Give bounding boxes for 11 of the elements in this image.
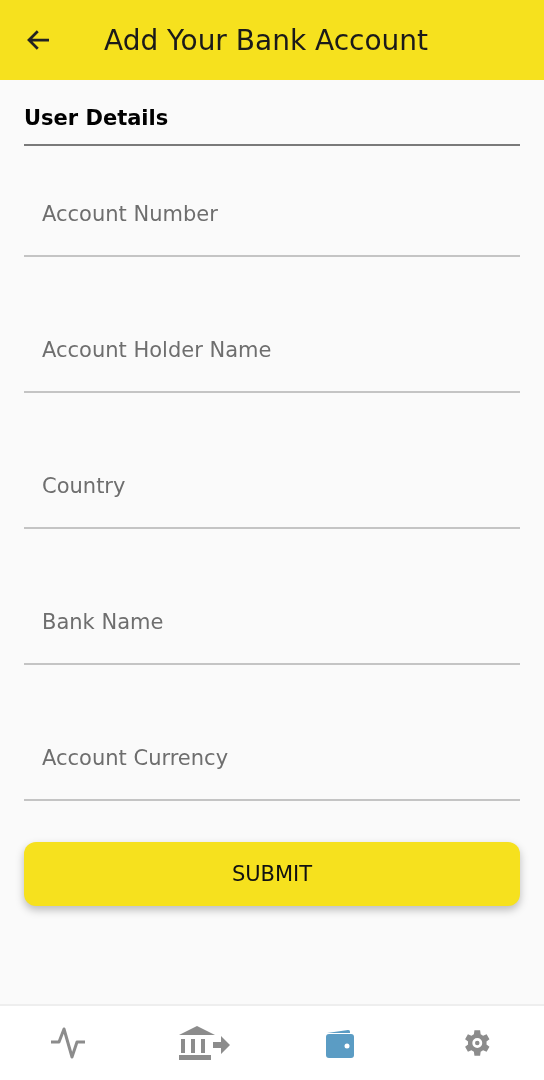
- input-field[interactable]: Country: [24, 459, 520, 529]
- activity-icon: [50, 1026, 86, 1060]
- bank-transfer-icon: [177, 1025, 231, 1061]
- input-field[interactable]: Account Number: [24, 187, 520, 257]
- page-title: Add Your Bank Account: [104, 23, 429, 57]
- wallet-icon: [324, 1027, 356, 1059]
- input-field[interactable]: Bank Name: [24, 595, 520, 665]
- submit-button[interactable]: SUBMIT: [24, 842, 520, 906]
- input-field[interactable]: Account Holder Name: [24, 323, 520, 393]
- section-heading: User Details: [24, 106, 520, 146]
- input-field[interactable]: Account Currency: [24, 731, 520, 801]
